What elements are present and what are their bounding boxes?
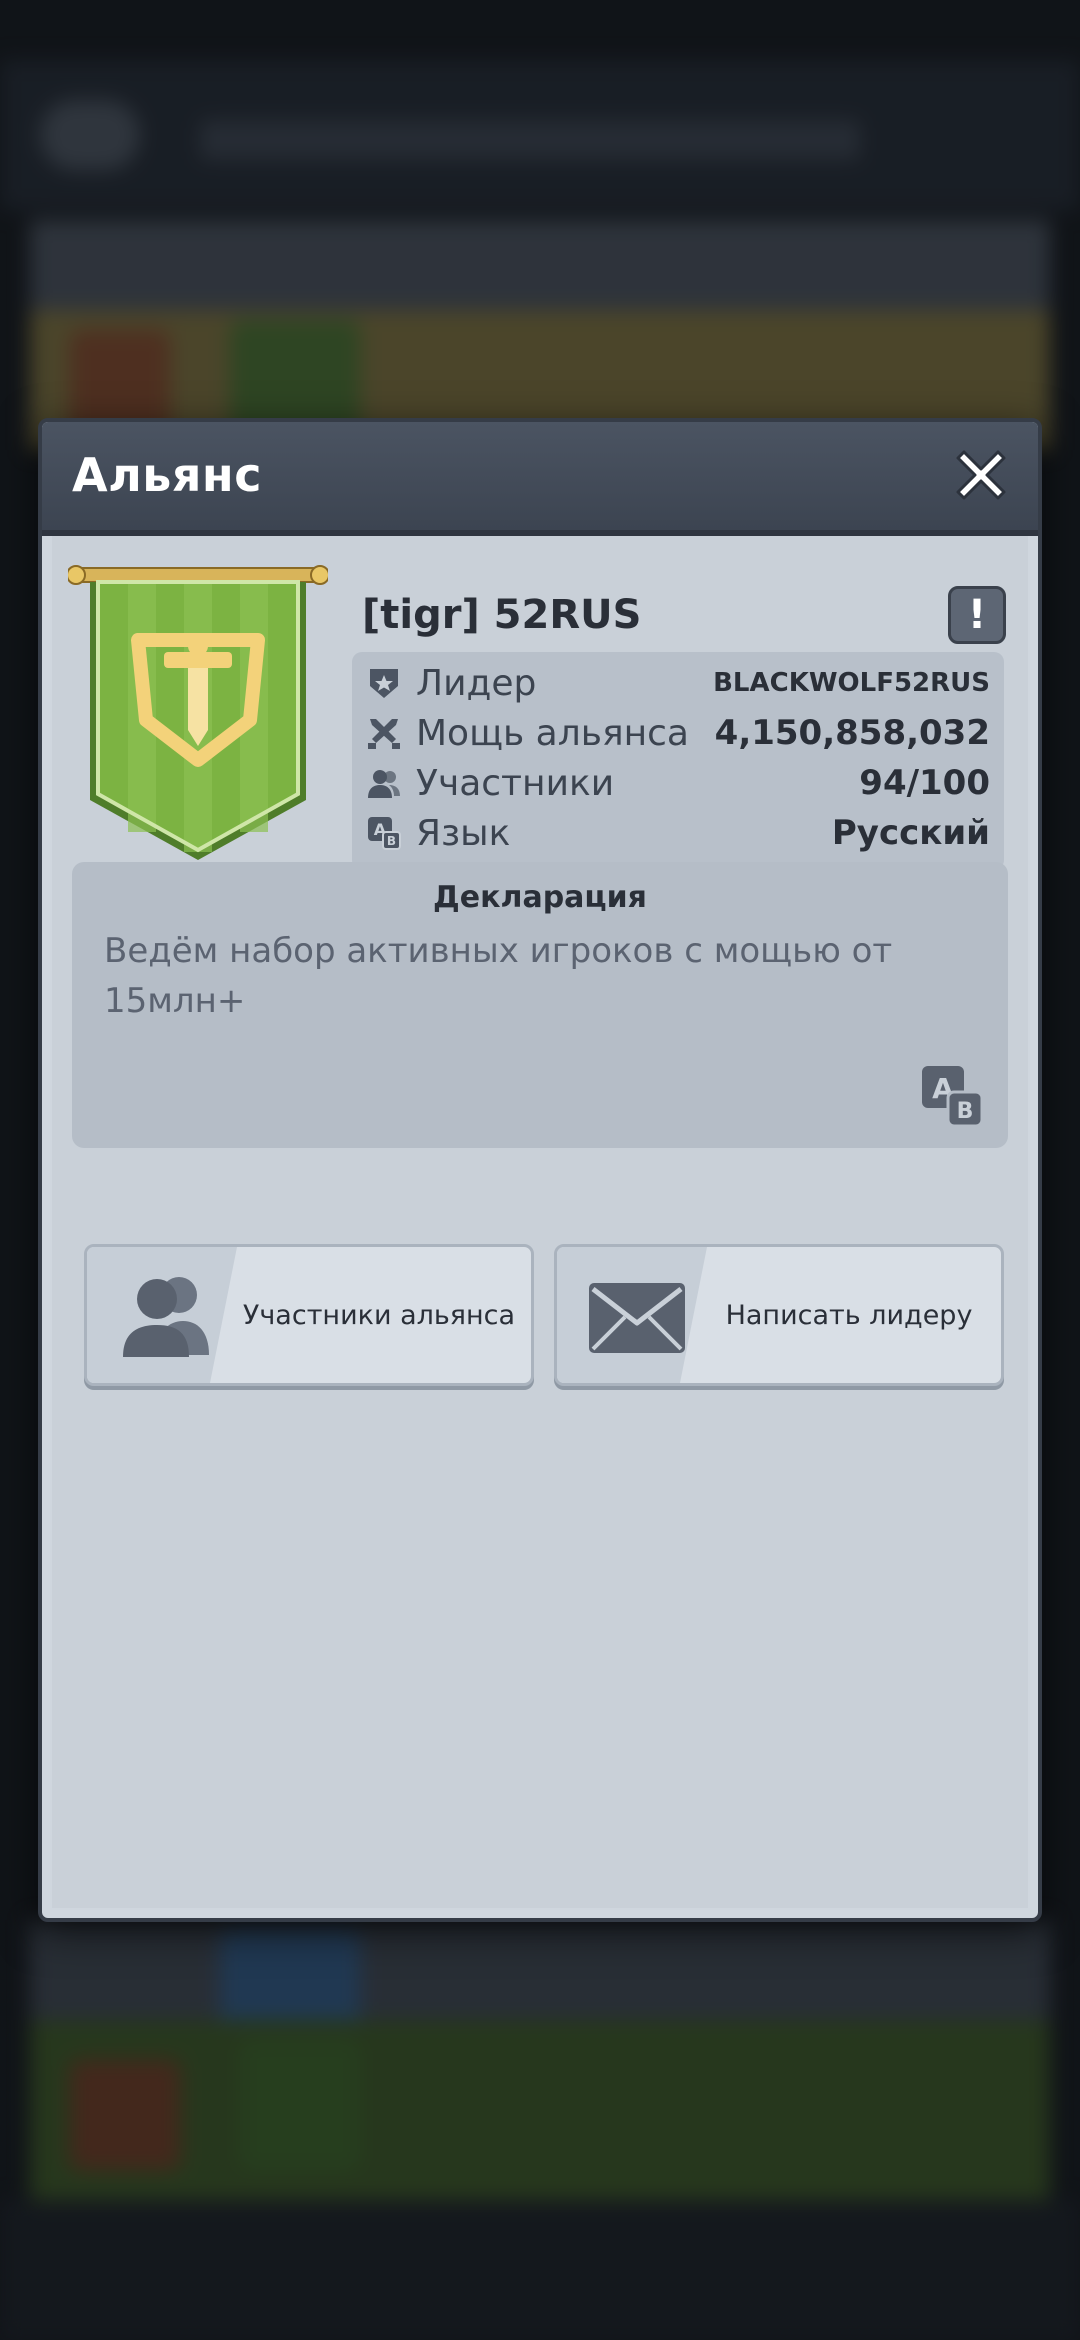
dialog-header: Альянс [42, 422, 1038, 536]
close-icon [956, 450, 1006, 500]
envelope-icon [589, 1283, 685, 1353]
info-label: Лидер [416, 662, 537, 704]
info-label: Мощь альянса [416, 712, 689, 754]
info-label: Участники [416, 762, 615, 804]
alliance-name: [tigr] 52RUS [362, 592, 642, 638]
language-value: Русский [831, 813, 990, 853]
alliance-members-button[interactable]: Участники альянса [84, 1244, 534, 1386]
translate-button[interactable]: A B [920, 1064, 984, 1128]
close-button[interactable] [948, 442, 1014, 508]
report-button[interactable]: ! [948, 586, 1006, 644]
dialog-body: [tigr] 52RUS ! Лидер BLACKWOLF52RUS Мощь… [52, 536, 1028, 1908]
alliance-banner [66, 560, 330, 870]
info-row-power: Мощь альянса 4,150,858,032 [366, 708, 990, 758]
declaration-panel: Декларация Ведём набор активных игроков … [72, 862, 1008, 1148]
alliance-dialog: Альянс [tigr] 52RUS ! Лидер BLACKWOLF52R… [38, 418, 1042, 1922]
crossed-swords-icon [368, 719, 400, 749]
members-icon [123, 1277, 209, 1357]
svg-text:B: B [957, 1099, 974, 1124]
translate-icon: A B [922, 1066, 984, 1128]
alliance-info-box: Лидер BLACKWOLF52RUS Мощь альянса 4,150,… [352, 652, 1004, 870]
declaration-title: Декларация [433, 880, 647, 915]
declaration-text: Ведём набор активных игроков с мощью от … [104, 931, 893, 1021]
exclamation-icon: ! [967, 592, 987, 638]
alliance-power-value: 4,150,858,032 [714, 713, 990, 753]
info-row-leader: Лидер BLACKWOLF52RUS [366, 658, 990, 708]
alliance-emblem-icon [66, 565, 330, 860]
info-label: Язык [416, 812, 511, 854]
alliance-members-label: Участники альянса [242, 1299, 516, 1331]
info-row-language: A B Язык Русский [366, 808, 990, 858]
write-leader-label: Написать лидеру [725, 1299, 973, 1331]
language-icon: A B [368, 817, 401, 850]
leader-badge-icon [370, 669, 398, 698]
svg-text:B: B [387, 834, 396, 848]
write-leader-button[interactable]: Написать лидеру [554, 1244, 1004, 1386]
members-count: 94/100 [859, 763, 990, 803]
info-row-members: Участники 94/100 [366, 758, 990, 808]
dialog-title: Альянс [72, 448, 262, 502]
leader-name: BLACKWOLF52RUS [713, 668, 990, 698]
members-icon [368, 770, 400, 798]
